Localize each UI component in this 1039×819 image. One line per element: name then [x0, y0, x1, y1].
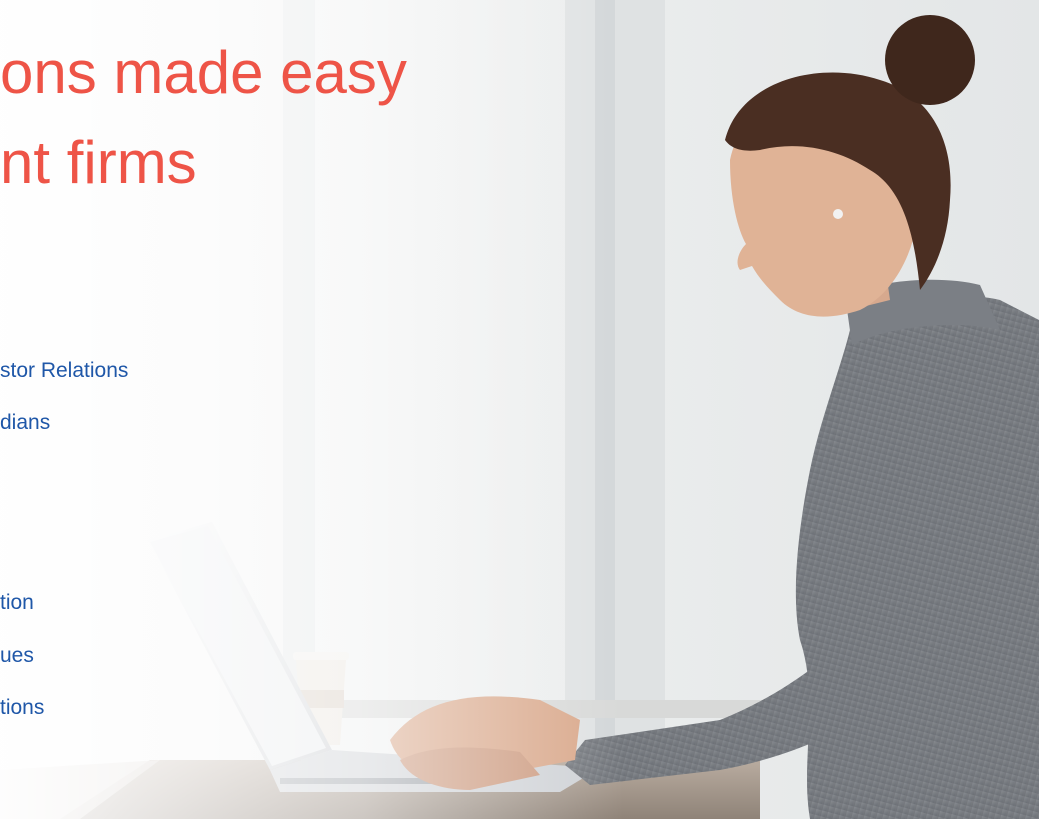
feature-link-group2-3[interactable]: tions — [0, 695, 44, 721]
feature-link-custodians[interactable]: dians — [0, 410, 50, 436]
hero-headline-line-1: ons made easy — [0, 39, 407, 106]
feature-link-investor-relations[interactable]: stor Relations — [0, 358, 128, 384]
feature-link-group2-1[interactable]: tion — [0, 590, 34, 616]
feature-link-group2-2[interactable]: ues — [0, 643, 34, 669]
hero-headline-line-2: nt firms — [0, 129, 197, 196]
hero-photo — [0, 0, 1039, 819]
hero-section: ons made easy nt firms stor Relations di… — [0, 0, 1039, 819]
